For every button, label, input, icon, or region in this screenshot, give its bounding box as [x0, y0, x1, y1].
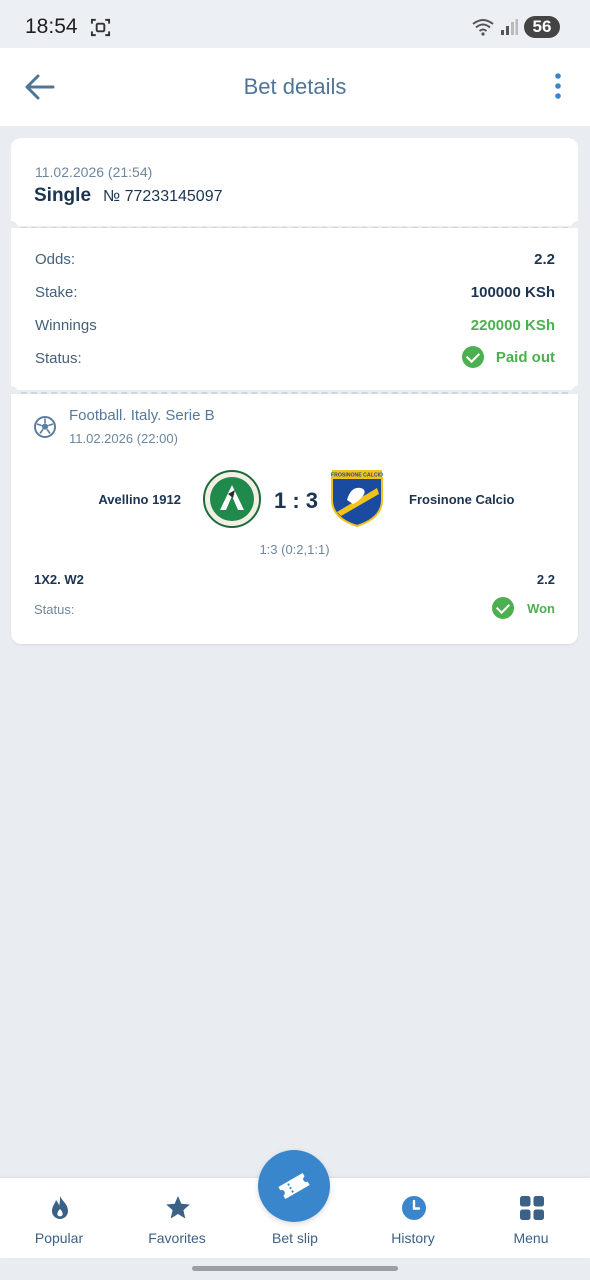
status-label: Status: — [35, 350, 82, 367]
odds-label: Odds: — [35, 251, 76, 268]
event-status-text: Won — [527, 600, 555, 616]
more-vertical-icon[interactable] — [548, 72, 568, 102]
market-name: 1X2. W2 — [34, 572, 84, 587]
event-card[interactable]: Football. Italy. Serie B 11.02.2026 (22:… — [11, 394, 578, 644]
odds-value: 2.2 — [534, 251, 555, 268]
nav-favorites[interactable]: Favorites — [118, 1178, 236, 1258]
match-date: 11.02.2026 (22:00) — [69, 431, 178, 446]
match-score: 1 : 3 — [273, 488, 319, 513]
flame-icon — [52, 1196, 68, 1219]
signal-icon — [501, 19, 518, 35]
nav-label: Favorites — [148, 1230, 206, 1246]
football-icon — [34, 416, 56, 438]
league-name: Football. Italy. Serie B — [69, 407, 215, 424]
market-odds: 2.2 — [536, 572, 555, 587]
check-circle-icon — [461, 346, 484, 368]
bet-header-card: 11.02.2026 (21:54) Single № 77233145097 — [11, 138, 578, 226]
status-bar: 18:54 56 — [0, 0, 590, 48]
ticket-icon — [278, 1172, 310, 1200]
home-indicator[interactable] — [192, 1266, 398, 1271]
status-time: 18:54 — [25, 15, 78, 38]
score-detail: 1:3 (0:2,1:1) — [259, 542, 330, 557]
nav-label: History — [391, 1230, 435, 1246]
page-title: Bet details — [243, 74, 347, 99]
stake-value: 100000 KSh — [470, 284, 555, 301]
screenshot-icon — [90, 18, 111, 37]
clock-icon — [402, 1196, 426, 1220]
battery-indicator: 56 — [524, 16, 560, 38]
stake-label: Stake: — [35, 284, 78, 301]
grid-icon — [520, 1196, 544, 1220]
app-bar: Bet details — [0, 48, 590, 126]
wifi-icon — [472, 19, 494, 36]
home-team-name: Avellino 1912 — [98, 492, 181, 507]
status-text: Paid out — [495, 348, 555, 366]
bet-type: Single — [34, 185, 92, 206]
status-value: Paid out — [461, 346, 555, 368]
winnings-label: Winnings — [35, 317, 97, 334]
bet-slip-label[interactable]: Bet slip — [236, 1230, 354, 1246]
nav-label: Popular — [34, 1230, 84, 1246]
winnings-value: 220000 KSh — [470, 317, 555, 334]
nav-label: Menu — [513, 1230, 549, 1246]
event-status-value: Won — [492, 597, 555, 619]
nav-menu[interactable]: Menu — [472, 1178, 590, 1258]
status-indicators: 56 — [472, 16, 560, 38]
star-icon — [166, 1196, 190, 1219]
avellino-logo — [203, 470, 261, 528]
bet-date: 11.02.2026 (21:54) — [35, 164, 153, 180]
bet-summary-card: Odds: 2.2 Stake: 100000 KSh Winnings 220… — [11, 228, 578, 390]
bet-slip-button[interactable] — [258, 1150, 330, 1222]
frosinone-logo: FROSINONE CALCIO — [331, 470, 383, 528]
bet-number: № 77233145097 — [103, 188, 223, 205]
check-circle-icon — [492, 597, 515, 619]
event-status-label: Status: — [34, 602, 75, 617]
away-team-name: Frosinone Calcio — [409, 492, 515, 507]
nav-popular[interactable]: Popular — [0, 1178, 118, 1258]
nav-history[interactable]: History — [354, 1178, 472, 1258]
